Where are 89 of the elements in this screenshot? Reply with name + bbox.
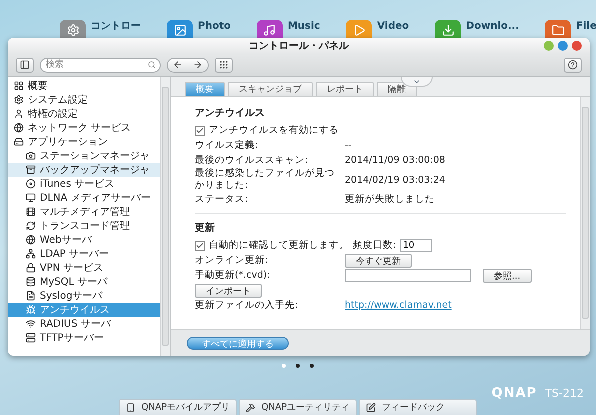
sidebar-toggle-button[interactable] bbox=[16, 58, 34, 72]
sidebar-item[interactable]: ステーションマネージャ bbox=[8, 149, 160, 163]
field-value: 更新が失敗しました bbox=[345, 193, 435, 206]
taskbar-button[interactable]: QNAPモバイルアプリ bbox=[119, 399, 237, 415]
globe-icon bbox=[14, 123, 24, 133]
app-icon[interactable] bbox=[167, 20, 193, 40]
checkbox[interactable] bbox=[195, 126, 205, 136]
window-title: コントロール・パネル bbox=[249, 40, 349, 53]
sidebar-item[interactable]: 特権の設定 bbox=[8, 107, 160, 121]
sidebar-item[interactable]: バックアップマネージャ bbox=[8, 163, 160, 177]
sidebar-item[interactable]: Webサーバ bbox=[8, 233, 160, 247]
close-button[interactable] bbox=[572, 41, 582, 51]
app-label[interactable]: Downlo... bbox=[466, 20, 520, 34]
field-label: ウイルス定義: bbox=[195, 140, 260, 152]
grid-button[interactable] bbox=[215, 58, 233, 72]
help-icon bbox=[568, 60, 578, 70]
tab[interactable]: スキャンジョブ bbox=[228, 82, 313, 96]
field-label: 頻度日数: bbox=[353, 239, 396, 252]
browse-button[interactable]: 参照... bbox=[483, 268, 532, 282]
scrollbar[interactable] bbox=[580, 97, 590, 329]
sidebar-item[interactable]: マルチメディア管理 bbox=[8, 205, 160, 219]
app-icon[interactable] bbox=[60, 20, 86, 40]
sidebar-item[interactable]: MySQL サーバ bbox=[8, 275, 160, 289]
edit-icon bbox=[366, 402, 376, 412]
phone-icon bbox=[126, 402, 136, 412]
gear-icon bbox=[14, 95, 24, 105]
field-value: 2014/11/09 03:00:08 bbox=[345, 155, 446, 166]
sidebar-item[interactable]: システム設定 bbox=[8, 93, 160, 107]
forward-arrow-icon bbox=[193, 60, 203, 70]
hammer-icon bbox=[246, 402, 256, 412]
app-icon[interactable] bbox=[435, 20, 462, 40]
field-label: 手動更新(*.cvd): bbox=[195, 270, 272, 282]
app-label[interactable]: Music bbox=[288, 20, 320, 34]
file-field[interactable] bbox=[345, 269, 471, 282]
taskbar-button[interactable]: QNAPユーティリティ bbox=[239, 399, 357, 415]
checkbox[interactable] bbox=[195, 240, 205, 250]
field-value: -- bbox=[345, 140, 352, 151]
app-label[interactable]: Photo bbox=[198, 20, 231, 34]
field-label: オンライン更新: bbox=[195, 254, 270, 266]
field-label: ステータス: bbox=[195, 194, 250, 206]
field-value: 2014/02/19 03:03:24 bbox=[345, 174, 446, 186]
field-label: 最後のウイルススキャン: bbox=[195, 154, 310, 166]
sidebar-item[interactable]: 概要 bbox=[8, 79, 160, 93]
sidebar-item[interactable]: トランスコード管理 bbox=[8, 219, 160, 233]
sidebar-icon bbox=[20, 60, 30, 70]
checkbox-label: アンチウイルスを有効にする bbox=[209, 124, 339, 137]
app-label[interactable]: コントロー bbox=[91, 20, 141, 34]
user-icon bbox=[14, 109, 24, 119]
sidebar-item[interactable]: DLNA メディアサーバー bbox=[8, 191, 160, 205]
maximize-button[interactable] bbox=[558, 41, 568, 51]
back-arrow-icon bbox=[173, 60, 183, 70]
page-dot[interactable] bbox=[282, 364, 286, 368]
page-dot[interactable] bbox=[310, 364, 314, 368]
app-label[interactable]: Video bbox=[377, 20, 410, 34]
page-dot[interactable] bbox=[296, 364, 300, 368]
sidebar-item[interactable]: iTunes サービス bbox=[8, 177, 160, 191]
app-icon[interactable] bbox=[346, 20, 372, 40]
app-icon[interactable] bbox=[256, 20, 283, 40]
sidebar-item[interactable]: VPN サービス bbox=[8, 261, 160, 275]
sidebar-item[interactable]: Syslogサーバ bbox=[8, 289, 160, 303]
grid-icon bbox=[219, 60, 229, 70]
update-now-button[interactable]: 今すぐ更新 bbox=[345, 254, 412, 268]
sidebar-item[interactable]: ネットワーク サービス bbox=[8, 121, 160, 135]
model-name: TS-212 bbox=[545, 387, 584, 400]
sidebar-item[interactable]: TFTPサーバー bbox=[8, 331, 160, 345]
app-label[interactable]: File bbox=[576, 20, 596, 34]
back-button[interactable] bbox=[168, 58, 188, 72]
field-label: 更新ファイルの入手先: bbox=[195, 300, 300, 312]
sidebar-item[interactable]: LDAP サーバー bbox=[8, 247, 160, 261]
field-label: 最後に感染したファイルが見つかりました: bbox=[195, 168, 336, 192]
drive-icon bbox=[14, 137, 24, 147]
brand-logo: QNAP bbox=[492, 386, 538, 401]
tab[interactable]: レポート bbox=[316, 82, 374, 96]
taskbar-button[interactable]: フィードバック bbox=[359, 399, 477, 415]
section-heading: 更新 bbox=[195, 221, 216, 236]
sidebar-item[interactable]: RADIUS サーバ bbox=[8, 317, 160, 331]
scrollbar[interactable] bbox=[160, 77, 170, 356]
tab[interactable]: 隔離 bbox=[377, 82, 417, 96]
app-icon[interactable] bbox=[545, 20, 572, 40]
forward-button[interactable] bbox=[188, 58, 208, 72]
search-icon bbox=[148, 60, 156, 68]
days-field[interactable]: 10 bbox=[400, 239, 432, 252]
search-field[interactable]: 検索 bbox=[40, 58, 161, 72]
section-heading: アンチウイルス bbox=[195, 107, 266, 121]
import-button[interactable]: インポート bbox=[195, 284, 262, 298]
download-link[interactable]: http://www.clamav.net bbox=[345, 300, 452, 311]
sidebar-item[interactable]: アプリケーション bbox=[8, 135, 160, 149]
help-button[interactable] bbox=[564, 58, 582, 72]
checkbox-label: 自動的に確認して更新します。 bbox=[209, 239, 349, 252]
